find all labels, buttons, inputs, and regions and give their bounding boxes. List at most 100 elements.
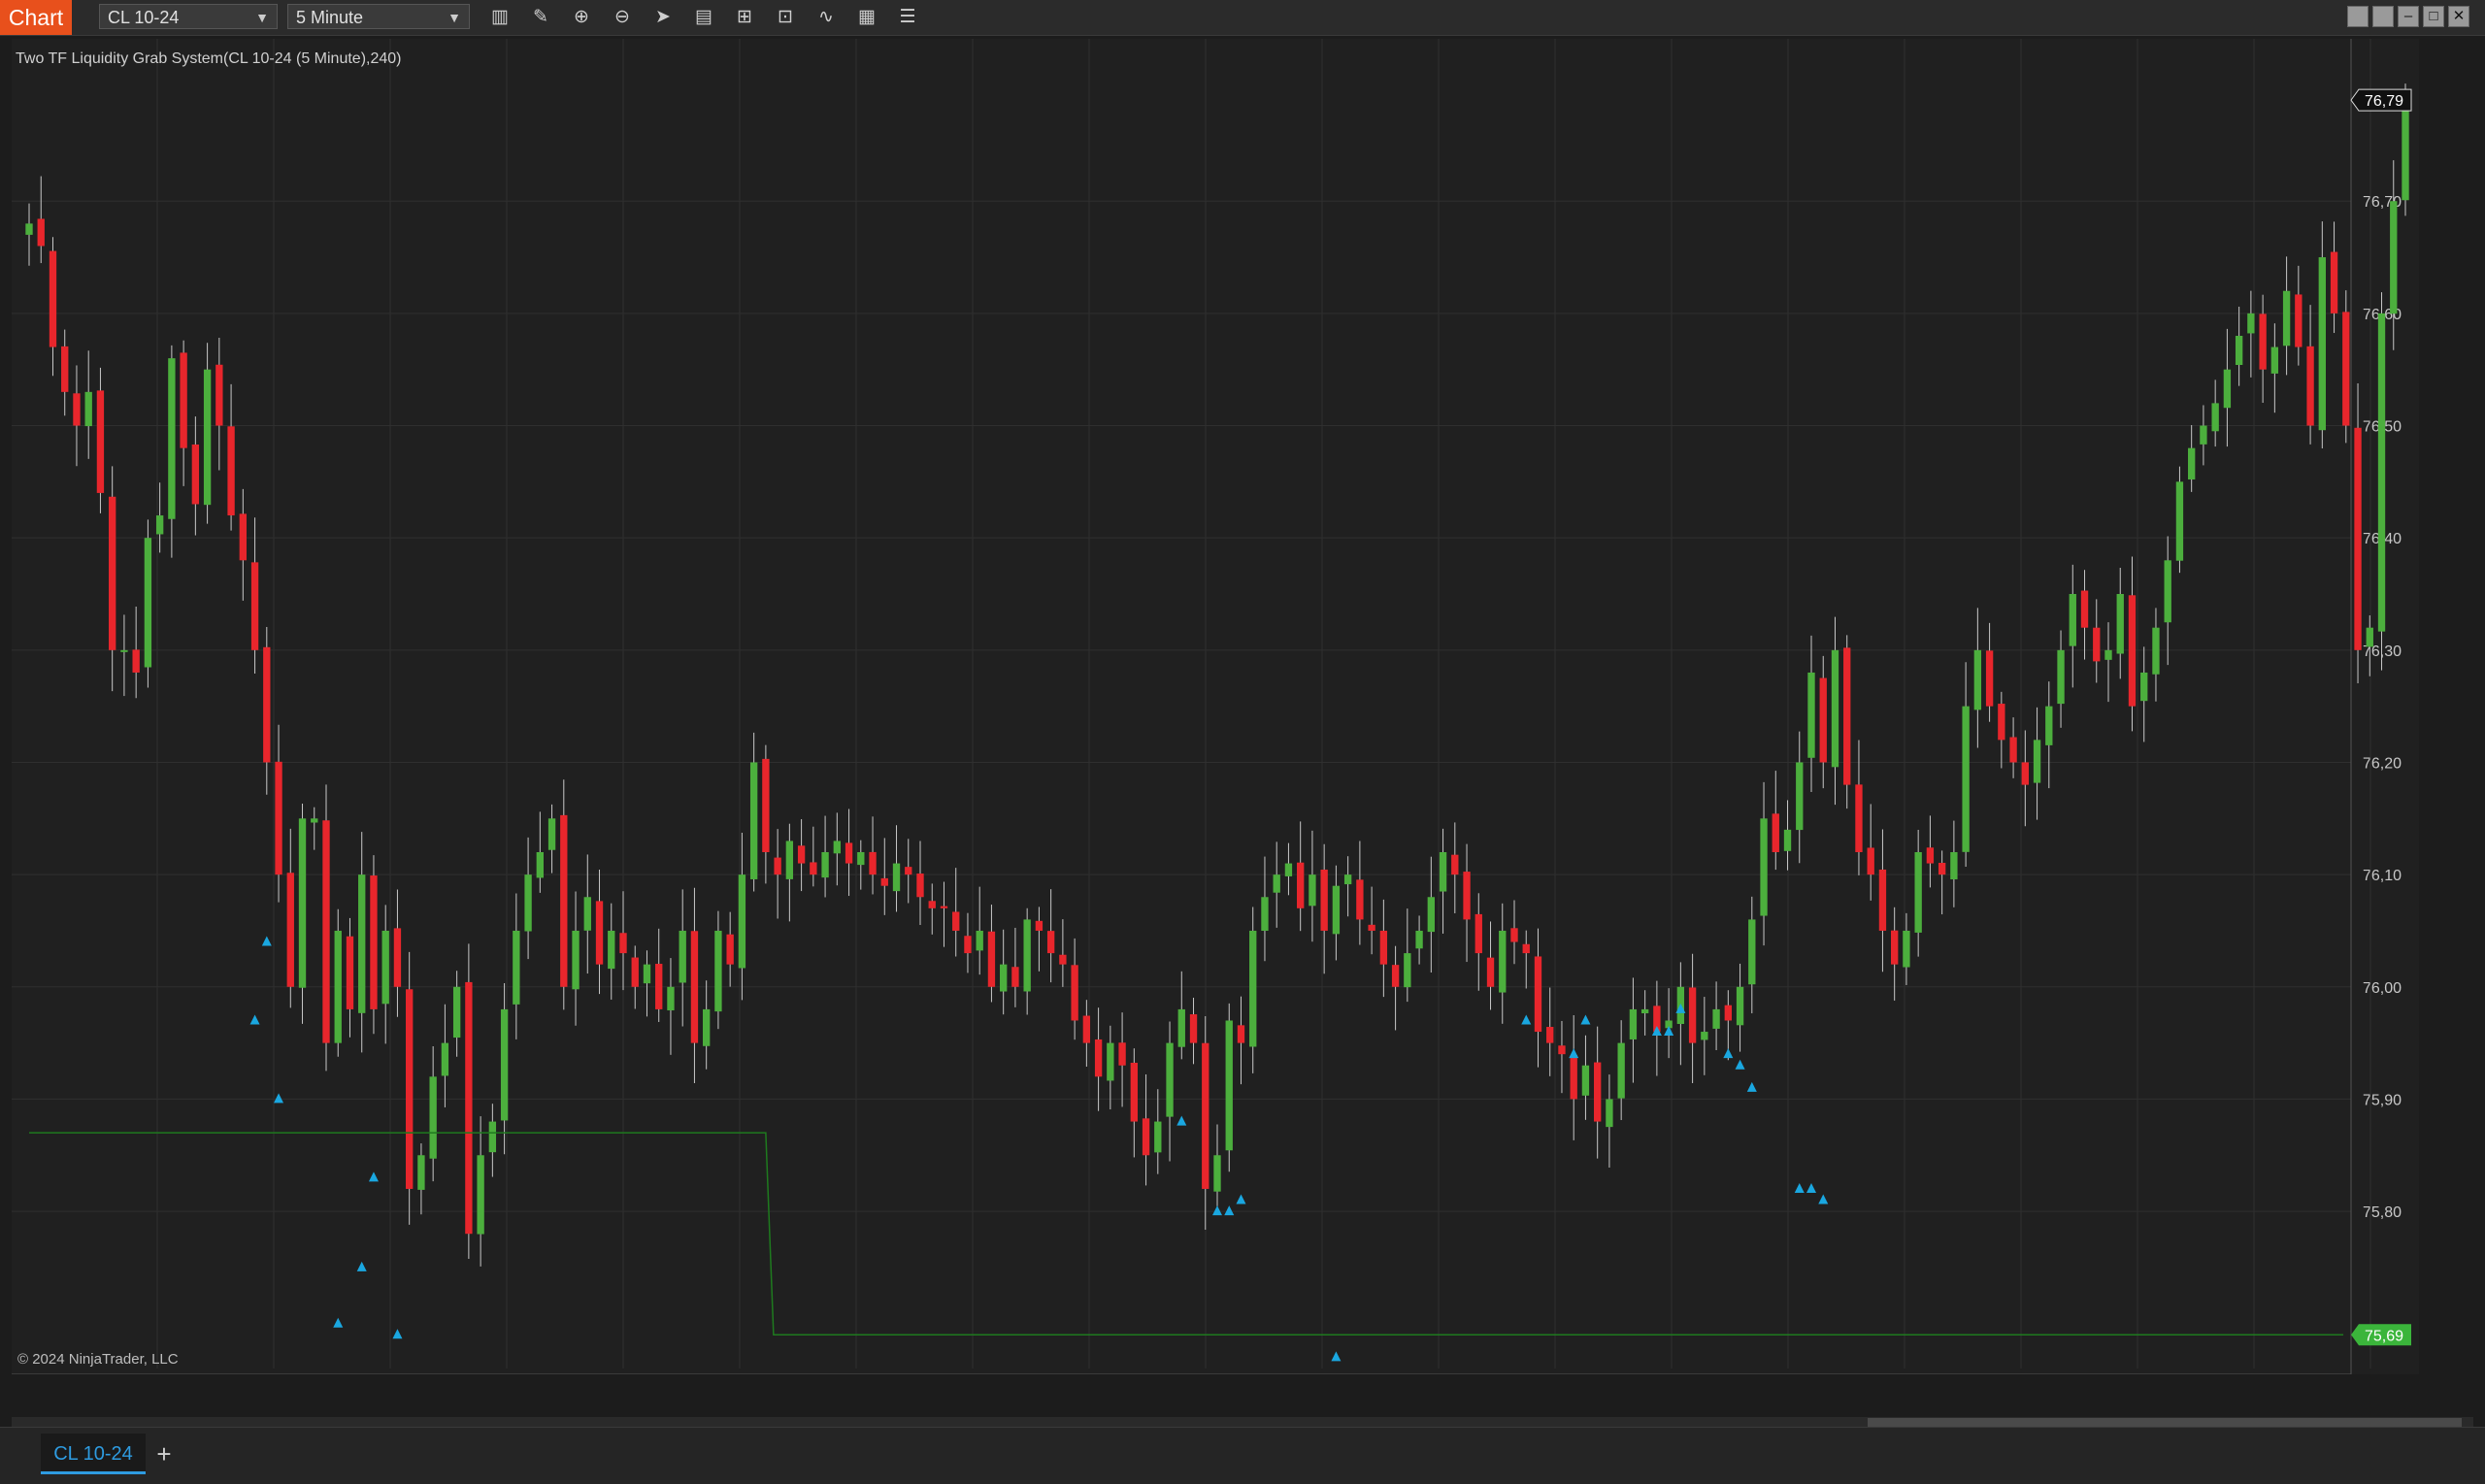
- candle-body: [49, 250, 57, 347]
- candle-body: [168, 358, 176, 519]
- y-tick-label: 76,00: [2363, 980, 2402, 997]
- restore-icon[interactable]: [2372, 6, 2394, 27]
- candle-body: [2295, 294, 2303, 347]
- tile-icon[interactable]: [2347, 6, 2369, 27]
- candle-body: [1558, 1045, 1566, 1055]
- candle-body: [2247, 313, 2255, 334]
- instrument-value: CL 10-24: [108, 8, 180, 27]
- candle-body: [37, 218, 45, 247]
- candle-body: [547, 818, 556, 850]
- candle-body: [952, 911, 960, 931]
- y-tick-label: 75,80: [2363, 1204, 2402, 1221]
- candle-body: [1499, 930, 1507, 993]
- candle-body: [132, 649, 140, 673]
- list-icon[interactable]: ☰: [893, 4, 922, 31]
- candle-body: [500, 1008, 509, 1121]
- candle-body: [1629, 1008, 1638, 1039]
- candle-body: [429, 1076, 437, 1159]
- candle-body: [726, 934, 734, 965]
- candle-body: [916, 874, 924, 898]
- candle-body: [417, 1155, 425, 1190]
- candle-body: [1938, 862, 1946, 875]
- candle-body: [109, 496, 116, 650]
- candle-body: [370, 875, 378, 1009]
- interval-selector[interactable]: 5 Minute ▼: [287, 4, 470, 29]
- interval-value: 5 Minute: [296, 8, 364, 27]
- candle-body: [2033, 740, 2041, 783]
- bar-type-icon[interactable]: ▥: [485, 4, 514, 31]
- candle-body: [1142, 1118, 1150, 1156]
- candle-body: [441, 1042, 449, 1076]
- candle-body: [1249, 930, 1257, 1047]
- strategies-icon[interactable]: ∿: [812, 4, 841, 31]
- candle-body: [976, 930, 983, 951]
- candle-body: [1748, 919, 1756, 985]
- candle-body: [524, 874, 532, 932]
- chart-toolbar: Chart CL 10-24 ▼ 5 Minute ▼ ▥ ✎ ⊕ ⊖ ➤ ▤ …: [0, 0, 2485, 36]
- y-tick-label: 76,10: [2363, 868, 2402, 884]
- minimize-icon[interactable]: –: [2398, 6, 2419, 27]
- candle-body: [690, 931, 699, 1043]
- candle-body: [583, 897, 591, 931]
- candle-body: [869, 851, 877, 875]
- candle-body: [2200, 425, 2207, 445]
- candle-body: [250, 562, 259, 650]
- candle-body: [2223, 369, 2232, 409]
- candle-body: [488, 1121, 497, 1153]
- candle-body: [1046, 931, 1055, 954]
- candle-body: [2104, 649, 2112, 660]
- candle-body: [1261, 897, 1269, 931]
- candle-body: [311, 818, 318, 823]
- add-tab-icon[interactable]: +: [149, 1439, 179, 1468]
- candle-body: [1783, 829, 1792, 851]
- candle-body: [1522, 943, 1530, 954]
- tab-instrument[interactable]: CL 10-24: [41, 1434, 146, 1474]
- templates-icon[interactable]: ⊞: [730, 4, 759, 31]
- candle-body: [560, 814, 568, 987]
- instrument-selector[interactable]: CL 10-24 ▼: [99, 4, 278, 29]
- candle-body: [2330, 251, 2338, 313]
- candle-body: [2188, 447, 2196, 480]
- candle-body: [2069, 594, 2076, 646]
- candle-body: [1973, 649, 1982, 710]
- candle-body: [239, 513, 247, 561]
- indicators-icon[interactable]: ▦: [852, 4, 881, 31]
- candle-body: [1059, 954, 1067, 965]
- candle-body: [1807, 672, 1815, 758]
- cursor-icon[interactable]: ➤: [648, 4, 678, 31]
- price-chart[interactable]: 76,7076,6076,5076,4076,3076,2076,1076,00…: [12, 39, 2419, 1374]
- current-price-label: 76,79: [2365, 93, 2403, 110]
- candle-body: [2342, 312, 2350, 426]
- chart-panel[interactable]: 76,7076,6076,5076,4076,3076,2076,1076,00…: [12, 39, 2419, 1374]
- candle-body: [1831, 649, 1839, 768]
- candle-body: [845, 842, 853, 864]
- candle-body: [2093, 627, 2101, 662]
- candle-body: [2235, 336, 2243, 366]
- close-icon[interactable]: ✕: [2448, 6, 2469, 27]
- pencil-icon[interactable]: ✎: [526, 4, 555, 31]
- zoom-out-icon[interactable]: ⊖: [608, 4, 637, 31]
- data-box-icon[interactable]: ▤: [689, 4, 718, 31]
- candle-body: [2175, 481, 2184, 561]
- candle-body: [892, 863, 901, 892]
- candle-body: [1284, 863, 1293, 876]
- candle-body: [1082, 1015, 1091, 1043]
- candle-body: [1736, 986, 1744, 1026]
- candle-body: [73, 393, 81, 426]
- properties-icon[interactable]: ⊡: [771, 4, 800, 31]
- candle-body: [1688, 987, 1697, 1043]
- candle-body: [880, 877, 888, 886]
- maximize-icon[interactable]: □: [2423, 6, 2444, 27]
- candle-body: [928, 901, 936, 908]
- candle-body: [1926, 847, 1935, 864]
- candle-body: [1962, 706, 1970, 852]
- candle-body: [1463, 872, 1471, 920]
- candle-body: [833, 841, 841, 854]
- candle-body: [1606, 1099, 1613, 1128]
- candle-body: [797, 845, 806, 864]
- candle-body: [2318, 257, 2326, 431]
- candle-body: [1878, 869, 1887, 931]
- candle-body: [298, 818, 307, 988]
- zoom-in-icon[interactable]: ⊕: [567, 4, 596, 31]
- candle-body: [1071, 965, 1078, 1021]
